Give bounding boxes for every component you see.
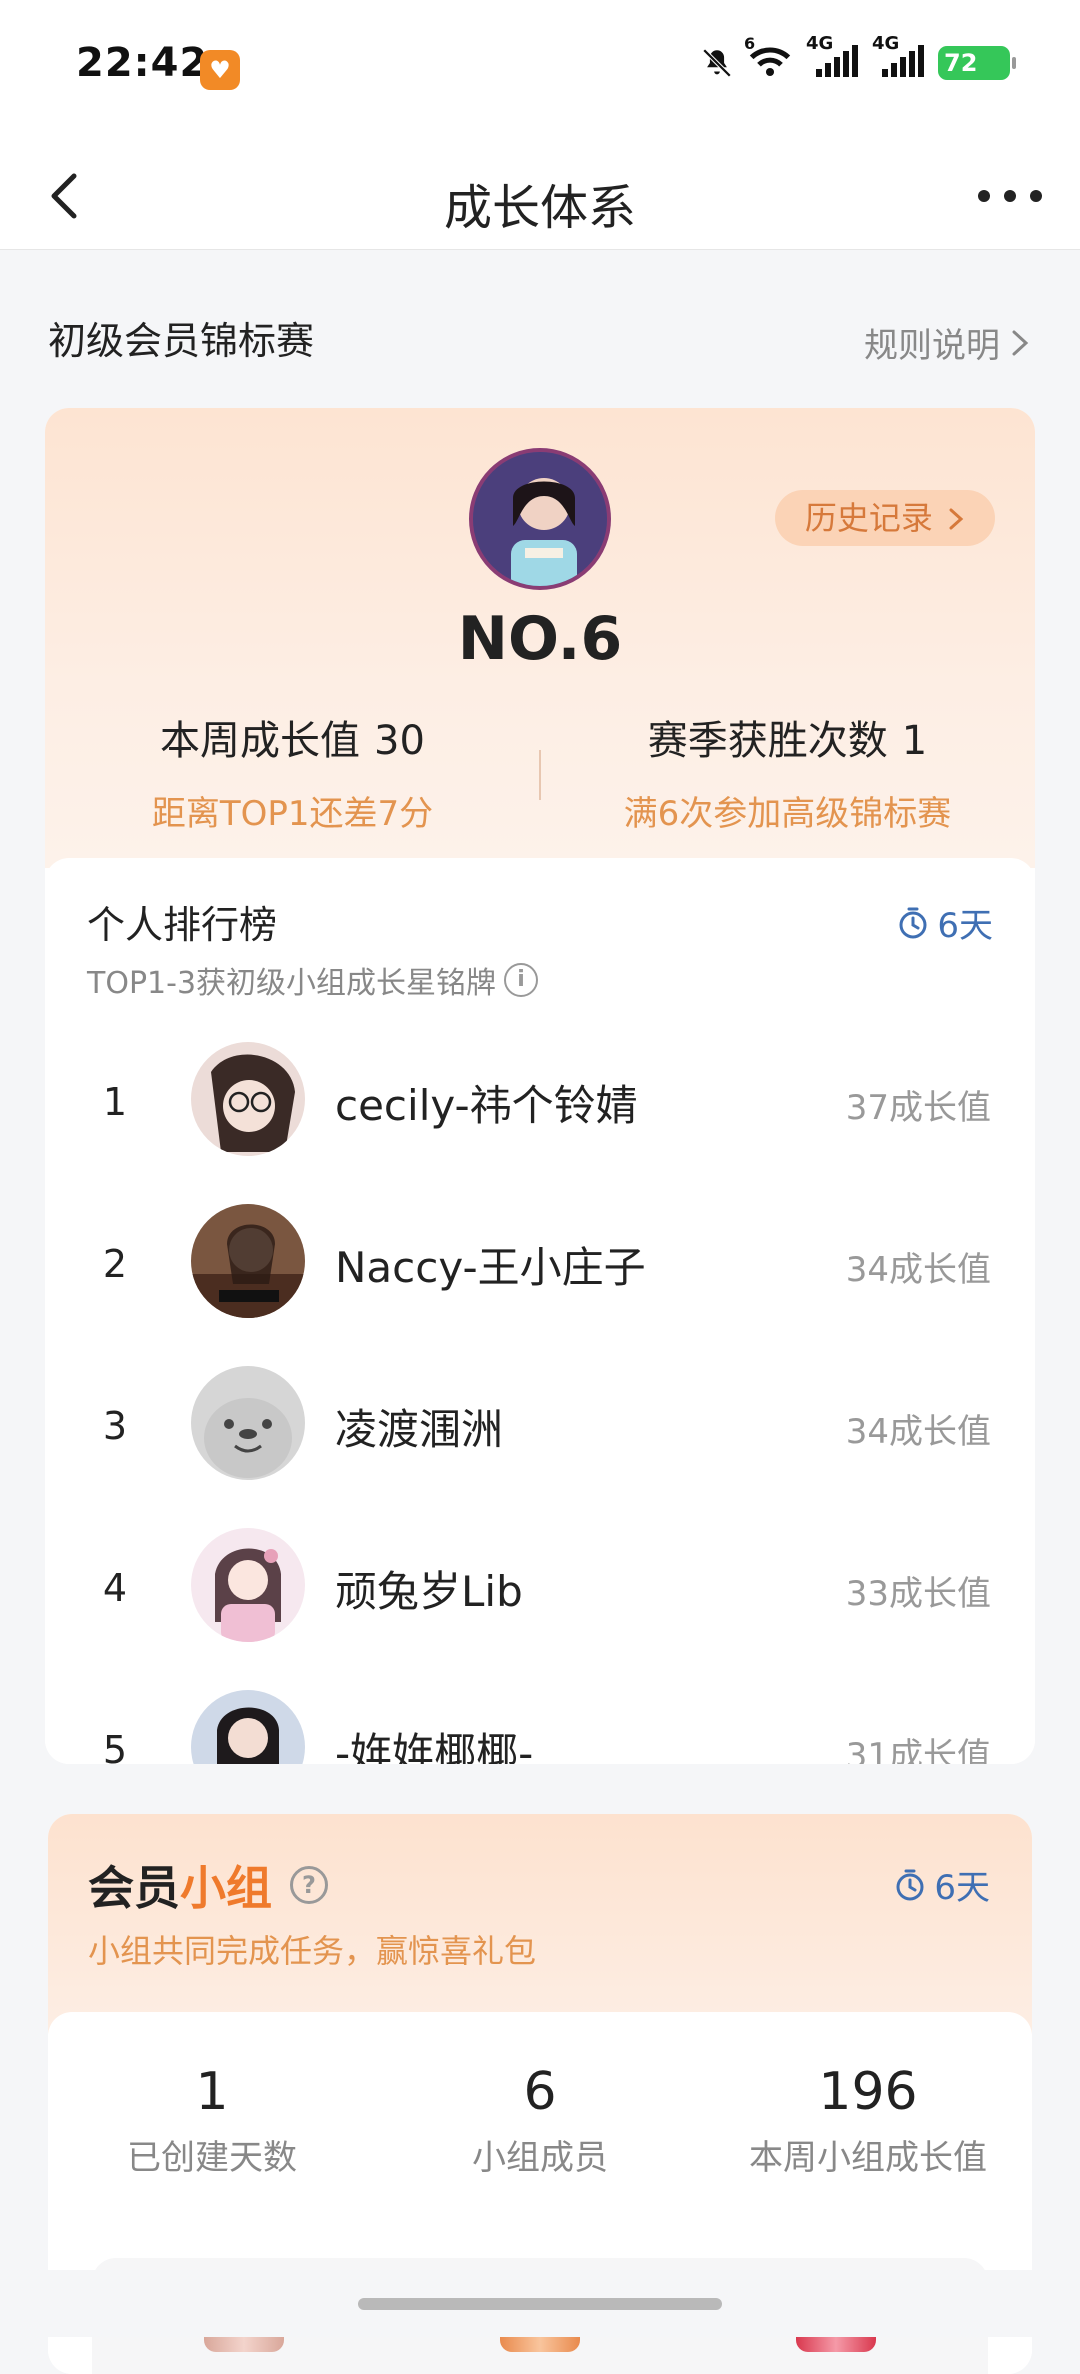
weekly-growth-sub: 距离TOP1还差7分 bbox=[151, 794, 434, 834]
status-icons: 6 4G 4G 72 bbox=[700, 33, 1016, 82]
network-type-2: 4G bbox=[872, 32, 900, 54]
my-avatar[interactable] bbox=[469, 448, 611, 590]
group-stat-value: 196 bbox=[818, 2062, 918, 2122]
more-icon[interactable] bbox=[970, 176, 1050, 216]
group-subtitle: 小组共同完成任务，赢惊喜礼包 bbox=[88, 1932, 537, 1970]
page-title: 成长体系 bbox=[443, 180, 636, 236]
history-label: 历史记录 bbox=[804, 499, 933, 537]
group-stat-days: 1 已创建天数 bbox=[48, 2062, 376, 2179]
group-title: 会员小组 ? bbox=[88, 1852, 328, 1918]
group-timer-text: 6天 bbox=[934, 1868, 990, 1908]
tournament-section-title: 初级会员锦标赛 bbox=[48, 319, 315, 363]
my-rank: NO.6 bbox=[457, 604, 623, 674]
home-indicator[interactable] bbox=[358, 2298, 722, 2310]
leaderboard-row[interactable]: 4 顽兔岁Lib 33成长值 bbox=[45, 1528, 1035, 1644]
season-wins-value: 1 bbox=[901, 718, 928, 764]
stopwatch-icon bbox=[899, 907, 927, 938]
row-avatar[interactable] bbox=[191, 1366, 305, 1480]
help-icon[interactable]: ? bbox=[290, 1866, 328, 1904]
row-name: -姩姩椰椰- bbox=[335, 1729, 534, 1764]
group-stat-label: 本周小组成长值 bbox=[749, 2138, 987, 2178]
mute-bell-icon bbox=[702, 48, 732, 78]
row-rank: 3 bbox=[102, 1404, 128, 1448]
stopwatch-icon bbox=[896, 1869, 924, 1900]
status-bar: 22:42 ♥ 6 4G 4G 72 bbox=[0, 0, 1080, 140]
signal-2: 4G bbox=[872, 33, 924, 82]
info-icon[interactable]: i bbox=[504, 963, 539, 997]
battery-level: 72 bbox=[944, 49, 978, 77]
row-score: 33成长值 bbox=[845, 1574, 991, 1614]
leaderboard-row[interactable]: 2 Naccy-王小庄子 34成长值 bbox=[45, 1204, 1035, 1320]
weekly-growth-value: 30 bbox=[374, 718, 425, 764]
leaderboard-timer-text: 6天 bbox=[937, 906, 993, 946]
row-rank: 5 bbox=[102, 1728, 128, 1764]
tournament-header: 历史记录 NO.6 本周成长值 30 距离TOP1还差7分 赛季获胜次数 1 满6次… bbox=[45, 408, 1035, 868]
chevron-right-icon bbox=[1012, 330, 1029, 355]
leaderboard-title: 个人排行榜 bbox=[87, 903, 278, 947]
status-time: 22:42 bbox=[76, 40, 209, 86]
row-rank: 1 bbox=[102, 1080, 128, 1124]
season-wins-label: 赛季获胜次数 bbox=[647, 718, 888, 764]
row-avatar[interactable] bbox=[191, 1042, 305, 1156]
group-stat-label: 小组成员 bbox=[472, 2138, 608, 2178]
chevron-right-icon bbox=[949, 508, 964, 530]
group-stat-members[interactable]: 6 小组成员 bbox=[376, 2062, 704, 2179]
leaderboard-subtitle: TOP1-3获初级小组成长星铭牌 i bbox=[87, 958, 539, 1002]
weekly-growth-label: 本周成长值 bbox=[160, 718, 361, 764]
row-name: cecily-祎个铃婧 bbox=[335, 1081, 638, 1130]
row-avatar[interactable] bbox=[191, 1690, 305, 1764]
group-header: 会员小组 ? 6天 小组共同完成任务，赢惊喜礼包 bbox=[48, 1814, 1032, 2034]
row-rank: 2 bbox=[102, 1242, 128, 1286]
group-timer: 6天 bbox=[894, 1860, 990, 1909]
nav-bar: 成长体系 bbox=[0, 140, 1080, 250]
row-avatar[interactable] bbox=[191, 1528, 305, 1642]
row-name: 顽兔岁Lib bbox=[335, 1567, 523, 1616]
leaderboard-row[interactable]: 1 cecily-祎个铃婧 37成长值 bbox=[45, 1042, 1035, 1158]
group-stat-value: 6 bbox=[523, 2062, 557, 2122]
leaderboard-row[interactable]: 3 凌渡涠洲 34成长值 bbox=[45, 1366, 1035, 1482]
weekly-growth-stat: 本周成长值 30 距离TOP1还差7分 bbox=[45, 708, 540, 835]
row-rank: 4 bbox=[102, 1566, 128, 1610]
app-notification-icon: ♥ bbox=[200, 50, 240, 90]
row-name: Naccy-王小庄子 bbox=[335, 1243, 646, 1292]
row-name: 凌渡涠洲 bbox=[335, 1405, 504, 1454]
row-score: 37成长值 bbox=[845, 1088, 991, 1128]
row-score: 34成长值 bbox=[845, 1250, 991, 1290]
season-wins-sub: 满6次参加高级锦标赛 bbox=[623, 794, 952, 834]
group-stat-value: 1 bbox=[195, 2062, 229, 2122]
row-score: 34成长值 bbox=[845, 1412, 991, 1452]
group-title-part1: 会员 bbox=[88, 1861, 180, 1915]
leaderboard-row[interactable]: 5 -姩姩椰椰- 31成长值 bbox=[45, 1690, 1035, 1764]
tournament-card: 历史记录 NO.6 本周成长值 30 距离TOP1还差7分 赛季获胜次数 1 满6次… bbox=[45, 408, 1035, 1764]
history-button[interactable]: 历史记录 bbox=[774, 490, 995, 546]
rules-link[interactable]: 规则说明 bbox=[864, 318, 1032, 367]
signal-1: 4G bbox=[806, 33, 858, 82]
group-stat-growth: 196 本周小组成长值 bbox=[704, 2062, 1032, 2179]
group-title-part2: 小组 bbox=[180, 1861, 272, 1915]
group-stat-label: 已创建天数 bbox=[127, 2138, 297, 2178]
leaderboard-timer: 6天 bbox=[897, 898, 993, 947]
leaderboard-subtitle-text: TOP1-3获初级小组成长星铭牌 bbox=[87, 966, 497, 1001]
network-type-1: 4G bbox=[806, 32, 834, 54]
leaderboard-panel: 个人排行榜 6天 TOP1-3获初级小组成长星铭牌 i 1 cecily-祎个铃… bbox=[45, 858, 1035, 1764]
row-score: 31成长值 bbox=[845, 1736, 991, 1764]
row-avatar[interactable] bbox=[191, 1204, 305, 1318]
rules-label: 规则说明 bbox=[864, 326, 1000, 366]
wifi-badge: 6 bbox=[744, 34, 756, 53]
battery-icon: 72 bbox=[938, 46, 1016, 80]
season-wins-stat: 赛季获胜次数 1 满6次参加高级锦标赛 bbox=[540, 708, 1035, 835]
wifi-icon: 6 bbox=[744, 34, 792, 82]
